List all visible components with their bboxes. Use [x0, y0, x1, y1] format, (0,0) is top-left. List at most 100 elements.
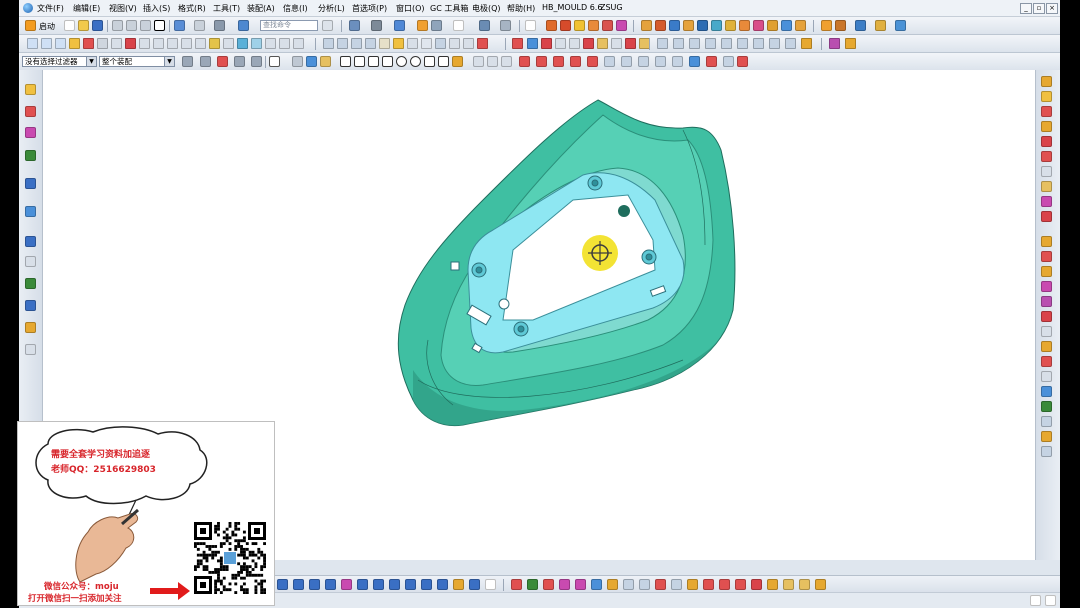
pan-icon[interactable]	[587, 56, 598, 67]
pocket-icon[interactable]	[602, 20, 613, 31]
palette-icon[interactable]	[1041, 106, 1052, 117]
status-display-icon[interactable]	[1045, 595, 1056, 606]
bottom-tool-icon[interactable]	[639, 579, 650, 590]
undo-icon[interactable]	[174, 20, 185, 31]
palette-icon[interactable]	[1041, 266, 1052, 277]
palette-icon[interactable]	[1041, 76, 1052, 87]
palette-icon[interactable]	[1041, 166, 1052, 177]
bottom-tool-icon[interactable]	[357, 579, 368, 590]
datum-axis-icon[interactable]	[41, 38, 52, 49]
mold-base-icon[interactable]	[597, 38, 608, 49]
menu-electrode[interactable]: 电极(Q)	[472, 3, 501, 14]
point-set-icon[interactable]	[83, 38, 94, 49]
search-icon[interactable]	[322, 20, 333, 31]
section-curve-icon[interactable]	[181, 38, 192, 49]
system-materials-tab-icon[interactable]	[25, 256, 36, 267]
trim-mold-icon[interactable]	[721, 38, 732, 49]
drawing-icon[interactable]	[769, 38, 780, 49]
revolve-icon[interactable]	[560, 20, 571, 31]
start-button[interactable]: 启动	[39, 21, 55, 32]
bottom-tool-icon[interactable]	[453, 579, 464, 590]
rotate-icon[interactable]	[570, 56, 581, 67]
bottom-tool-icon[interactable]	[591, 579, 602, 590]
palette-icon[interactable]	[1041, 136, 1052, 147]
selection-filter-dropdown[interactable]: 没有选择过滤器 ▼	[22, 56, 97, 67]
bottom-tool-icon[interactable]	[543, 579, 554, 590]
save-icon[interactable]	[92, 20, 103, 31]
color-icon[interactable]	[689, 56, 700, 67]
palette-icon[interactable]	[1041, 341, 1052, 352]
offset-face-icon[interactable]	[711, 20, 722, 31]
existing-point-icon[interactable]	[424, 56, 435, 67]
palette-icon[interactable]	[1041, 311, 1052, 322]
shrinkage-icon[interactable]	[541, 38, 552, 49]
mold-csys-icon[interactable]	[527, 38, 538, 49]
palette-icon[interactable]	[1041, 326, 1052, 337]
part-navigator-icon[interactable]	[473, 56, 484, 67]
bottom-tool-icon[interactable]	[799, 579, 810, 590]
draft-icon[interactable]	[683, 20, 694, 31]
palette-icon[interactable]	[1041, 281, 1052, 292]
hb-mould-icon[interactable]	[829, 38, 840, 49]
bottom-tool-icon[interactable]	[735, 579, 746, 590]
palette-icon[interactable]	[1041, 211, 1052, 222]
x-form-icon[interactable]	[421, 38, 432, 49]
render-style-icon[interactable]	[371, 20, 382, 31]
runner-icon[interactable]	[673, 38, 684, 49]
swept-icon[interactable]	[279, 38, 290, 49]
control-point-icon[interactable]	[368, 56, 379, 67]
palette-icon[interactable]	[1041, 236, 1052, 247]
redo-icon[interactable]	[194, 20, 205, 31]
bottom-tool-icon[interactable]	[783, 579, 794, 590]
styled-blend-icon[interactable]	[463, 38, 474, 49]
bom-icon[interactable]	[753, 38, 764, 49]
copy-icon[interactable]	[126, 20, 137, 31]
web-browser-tab-icon[interactable]	[25, 206, 36, 217]
restore-button[interactable]: ▫	[1033, 3, 1045, 14]
bottom-tool-icon[interactable]	[389, 579, 400, 590]
feature-select-icon[interactable]	[200, 56, 211, 67]
constraint-navigator-tab-icon[interactable]	[25, 106, 36, 117]
menu-format[interactable]: 格式(R)	[178, 3, 206, 14]
pattern-icon[interactable]	[739, 20, 750, 31]
bottom-tool-icon[interactable]	[575, 579, 586, 590]
save-view-icon[interactable]	[737, 56, 748, 67]
constraint-icon[interactable]	[501, 56, 512, 67]
layout-icon[interactable]	[349, 20, 360, 31]
palette-icon[interactable]	[1041, 196, 1052, 207]
palette-icon[interactable]	[1041, 386, 1052, 397]
datum-plane-icon[interactable]	[27, 38, 38, 49]
perspective-icon[interactable]	[621, 56, 632, 67]
palette-icon[interactable]	[1041, 91, 1052, 102]
status-display-icon[interactable]	[1030, 595, 1041, 606]
bottom-tool-icon[interactable]	[309, 579, 320, 590]
join-curve-icon[interactable]	[223, 38, 234, 49]
cooling-icon[interactable]	[689, 38, 700, 49]
layer-icon[interactable]	[453, 20, 464, 31]
electrode-icon[interactable]	[705, 38, 716, 49]
workpiece-icon[interactable]	[555, 38, 566, 49]
palette-icon[interactable]	[1041, 371, 1052, 382]
chamfer-icon[interactable]	[655, 20, 666, 31]
pad-icon[interactable]	[616, 20, 627, 31]
hd3d-tools-tab-icon[interactable]	[25, 178, 36, 189]
i-form-icon[interactable]	[435, 38, 446, 49]
roles-tab-icon[interactable]	[25, 322, 36, 333]
bottom-tool-icon[interactable]	[325, 579, 336, 590]
extract-body-icon[interactable]	[393, 38, 404, 49]
paste-icon[interactable]	[140, 20, 151, 31]
rectangle-select-icon[interactable]	[269, 56, 280, 67]
shell-icon[interactable]	[669, 20, 680, 31]
line-icon[interactable]	[97, 38, 108, 49]
boss-icon[interactable]	[588, 20, 599, 31]
offset-curve-icon[interactable]	[139, 38, 150, 49]
pocket-mold-icon[interactable]	[737, 38, 748, 49]
divide-face-icon[interactable]	[379, 38, 390, 49]
bottom-tool-icon[interactable]	[373, 579, 384, 590]
cut-icon[interactable]	[112, 20, 123, 31]
split-body-icon[interactable]	[365, 38, 376, 49]
bottom-tool-icon[interactable]	[559, 579, 570, 590]
menu-hb-mould[interactable]: HB_MOULD 6.6	[542, 3, 602, 12]
scale-body-icon[interactable]	[725, 20, 736, 31]
point-on-curve-icon[interactable]	[438, 56, 449, 67]
